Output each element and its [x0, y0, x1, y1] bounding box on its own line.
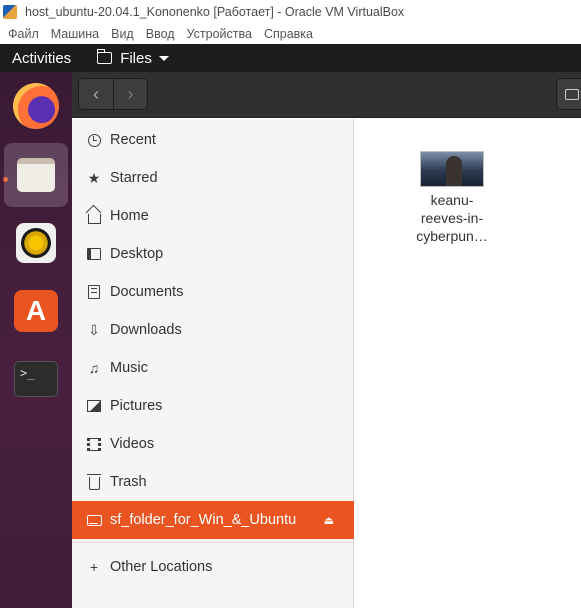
menu-help[interactable]: Справка — [264, 27, 313, 41]
sidebar-item-recent[interactable]: Recent — [72, 121, 354, 159]
sidebar-item-label: Music — [110, 360, 148, 376]
menu-view[interactable]: Вид — [111, 27, 134, 41]
sidebar-item-pictures[interactable]: Pictures — [72, 387, 354, 425]
menu-machine[interactable]: Машина — [51, 27, 99, 41]
window-title: host_ubuntu-20.04.1_Kononenko [Работает]… — [25, 4, 405, 19]
ubuntu-software-icon: A — [14, 290, 58, 332]
folder-icon — [96, 49, 113, 64]
sidebar-item-label: sf_folder_for_Win_&_Ubuntu — [110, 512, 297, 528]
sidebar-item-starred[interactable]: ★ Starred — [72, 159, 354, 197]
file-name-line: cyberpun… — [416, 228, 488, 244]
star-icon: ★ — [87, 169, 101, 186]
clock-icon — [86, 132, 102, 148]
dock-firefox[interactable] — [4, 74, 68, 138]
forward-button[interactable]: › — [112, 79, 147, 109]
file-item[interactable]: keanu- reeves-in- cyberpun… — [410, 151, 494, 245]
file-name: keanu- reeves-in- cyberpun… — [410, 191, 494, 245]
view-icon — [565, 88, 579, 100]
sidebar-item-trash[interactable]: Trash — [72, 463, 354, 501]
dock: A >_ — [0, 72, 72, 608]
document-icon — [86, 284, 102, 300]
dock-rhythmbox[interactable] — [4, 211, 68, 275]
sidebar-item-home[interactable]: Home — [72, 197, 354, 235]
file-name-line: reeves-in- — [420, 210, 484, 226]
pictures-icon — [86, 398, 102, 414]
sidebar-item-label: Trash — [110, 474, 147, 490]
files-icon — [17, 158, 55, 192]
desktop-icon — [86, 246, 102, 262]
sidebar-item-label: Home — [110, 208, 149, 224]
sidebar-item-label: Documents — [110, 284, 184, 300]
drive-icon — [86, 512, 102, 528]
music-icon: ♫ — [88, 360, 100, 376]
sidebar-item-label: Pictures — [110, 398, 163, 414]
sidebar-item-music[interactable]: ♫ Music — [72, 349, 354, 387]
sidebar-item-other-locations[interactable]: + Other Locations — [72, 548, 354, 586]
menu-input[interactable]: Ввод — [146, 27, 175, 41]
virtualbox-icon — [3, 4, 17, 19]
sidebar-item-label: Starred — [110, 170, 158, 186]
sidebar-item-desktop[interactable]: Desktop — [72, 235, 354, 273]
menu-file[interactable]: Файл — [8, 27, 39, 41]
sidebar-item-videos[interactable]: Videos — [72, 425, 354, 463]
dock-terminal[interactable]: >_ — [4, 347, 68, 411]
sidebar-item-label: Downloads — [110, 322, 182, 338]
sidebar-item-documents[interactable]: Documents — [72, 273, 354, 311]
files-header-bar: ‹ › — [72, 72, 581, 118]
plus-icon: + — [89, 559, 99, 575]
sidebar-item-downloads[interactable]: ⇩ Downloads — [72, 311, 354, 349]
app-menu-label: Files — [120, 49, 152, 67]
menu-devices[interactable]: Устройства — [187, 27, 252, 41]
sidebar-item-label: Other Locations — [110, 559, 213, 575]
image-thumbnail-icon — [420, 151, 484, 187]
activities-button[interactable]: Activities — [12, 50, 71, 67]
dock-files[interactable] — [4, 143, 68, 207]
vbox-title-bar: host_ubuntu-20.04.1_Kononenko [Работает]… — [0, 0, 581, 23]
sidebar-item-label: Desktop — [110, 246, 164, 262]
sidebar-item-label: Recent — [110, 132, 156, 148]
app-menu-files[interactable]: Files — [96, 49, 169, 67]
places-sidebar: Recent ★ Starred Home Desktop Documents … — [72, 119, 354, 608]
view-toggle-button[interactable] — [556, 78, 581, 110]
eject-icon[interactable]: ⏏ — [324, 514, 334, 527]
terminal-icon: >_ — [14, 361, 58, 397]
vbox-menu-bar: Файл Машина Вид Ввод Устройства Справка — [0, 23, 581, 44]
back-button[interactable]: ‹ — [79, 79, 113, 109]
sidebar-item-shared-folder[interactable]: sf_folder_for_Win_&_Ubuntu ⏏ — [72, 501, 354, 539]
rhythmbox-icon — [16, 223, 56, 263]
sidebar-item-label: Videos — [110, 436, 155, 452]
video-icon — [86, 436, 102, 452]
download-icon: ⇩ — [88, 321, 100, 338]
trash-icon — [86, 474, 102, 490]
caret-down-icon — [158, 55, 169, 61]
file-view: keanu- reeves-in- cyberpun… — [355, 119, 581, 608]
sidebar-separator — [72, 542, 354, 543]
ubuntu-top-bar: Activities Files — [0, 44, 581, 72]
home-icon — [86, 208, 102, 224]
navigation-buttons: ‹ › — [78, 78, 148, 110]
file-name-line: keanu- — [430, 192, 474, 208]
firefox-icon — [13, 83, 59, 129]
dock-ubuntu-software[interactable]: A — [4, 279, 68, 343]
